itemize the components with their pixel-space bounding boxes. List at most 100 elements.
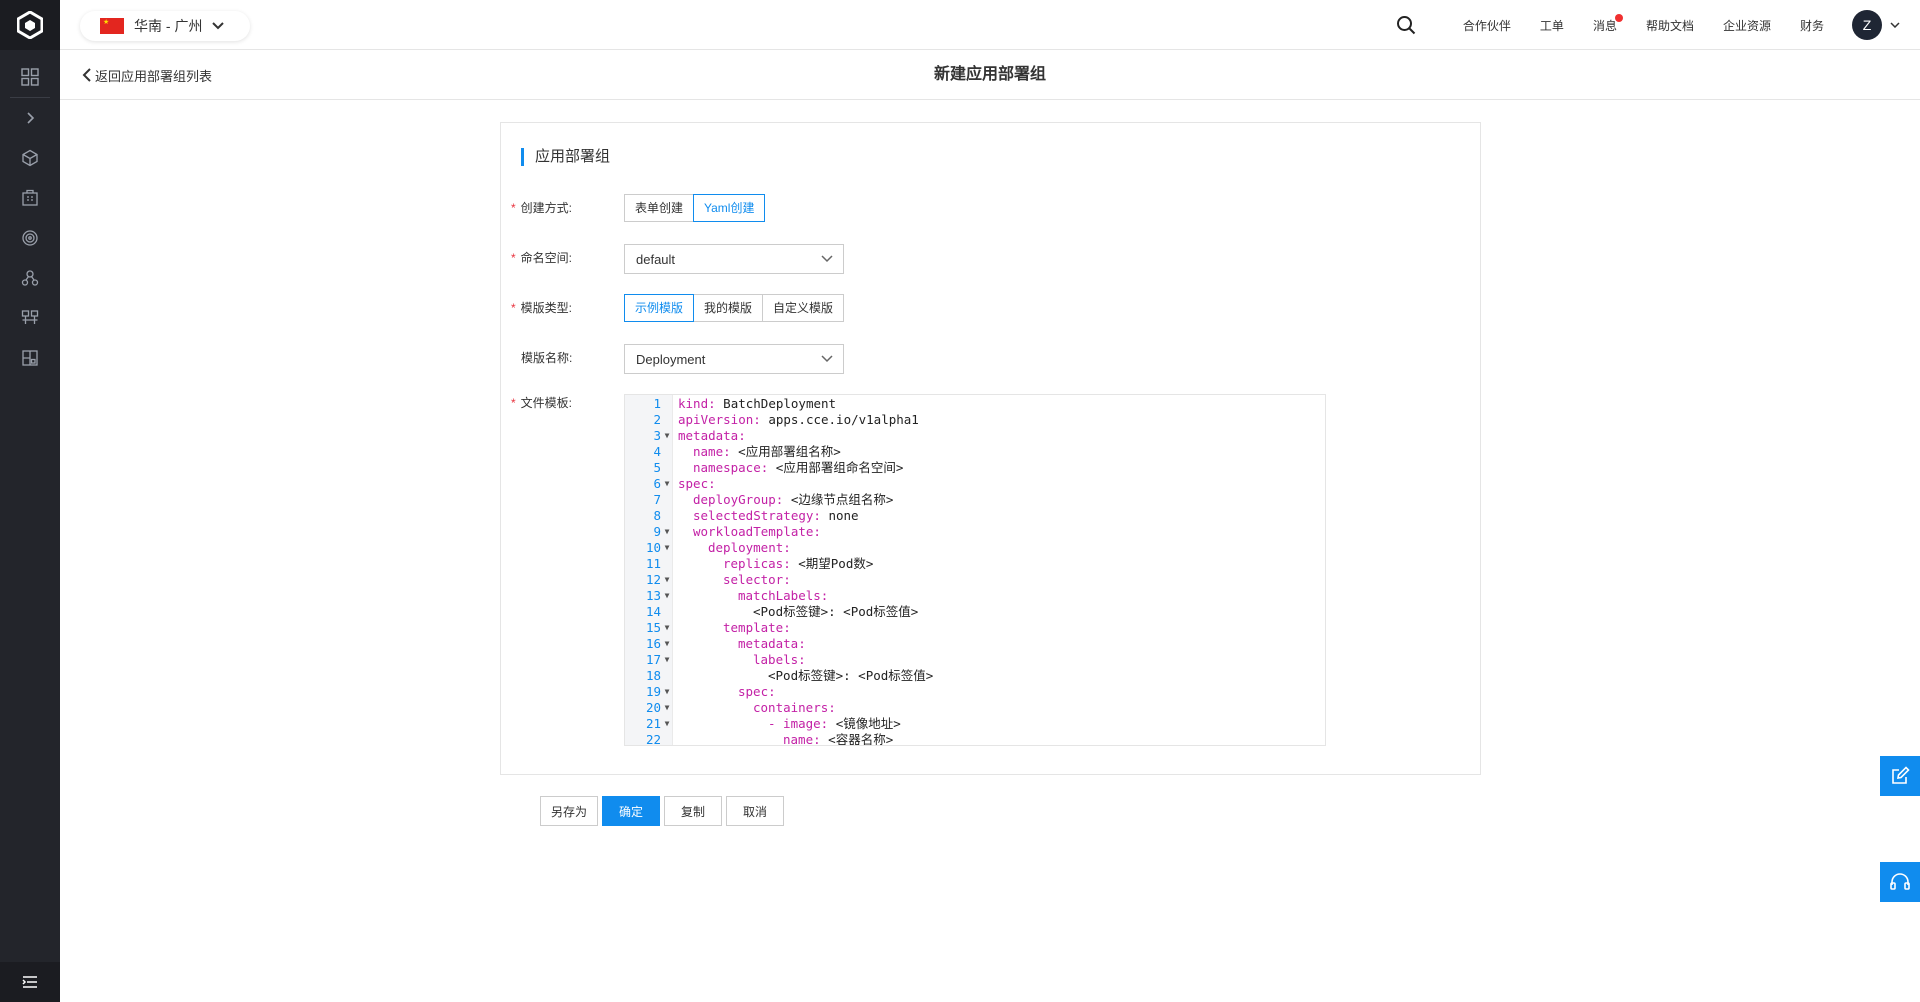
cancel-button[interactable]: 取消 xyxy=(726,796,785,826)
code-line[interactable]: 16 ▼ metadata: xyxy=(625,636,1325,652)
code-line[interactable]: 13 ▼ matchLabels: xyxy=(625,588,1325,604)
cluster-icon[interactable] xyxy=(0,258,60,298)
code-line[interactable]: 12 ▼ selector: xyxy=(625,572,1325,588)
code-text: <Pod标签键>: <Pod标签值> xyxy=(673,604,918,620)
code-line[interactable]: 4 name: <应用部署组名称> xyxy=(625,444,1325,460)
region-selector[interactable]: ★ 华南 - 广州 xyxy=(80,11,250,41)
fold-arrow-icon[interactable]: ▼ xyxy=(661,428,673,444)
fold-arrow-icon[interactable]: ▼ xyxy=(661,636,673,652)
template-name-select[interactable]: Deployment xyxy=(624,344,844,374)
code-line[interactable]: 3 ▼ metadata: xyxy=(625,428,1325,444)
line-number: 21 xyxy=(645,716,661,731)
search-icon[interactable] xyxy=(1396,15,1416,35)
required-mark: * xyxy=(511,201,516,215)
grid-icon[interactable] xyxy=(0,57,60,97)
nav-enterprise-resources[interactable]: 企业资源 xyxy=(1723,17,1771,34)
cube-icon[interactable] xyxy=(0,138,60,178)
code-line[interactable]: 18 <Pod标签键>: <Pod标签值> xyxy=(625,668,1325,684)
code-text: selector: xyxy=(673,572,791,588)
code-line[interactable]: 9 ▼ workloadTemplate: xyxy=(625,524,1325,540)
code-line[interactable]: 2 apiVersion: apps.cce.io/v1alpha1 xyxy=(625,412,1325,428)
yaml-key: matchLabels: xyxy=(738,588,829,603)
yaml-key: namespace: xyxy=(693,460,769,475)
network-icon[interactable] xyxy=(0,298,60,338)
code-line[interactable]: 8 selectedStrategy: none xyxy=(625,508,1325,524)
fold-arrow-icon[interactable]: ▼ xyxy=(661,620,673,636)
code-line[interactable]: 7 deployGroup: <边缘节点组名称> xyxy=(625,492,1325,508)
fold-arrow-icon[interactable]: ▼ xyxy=(661,524,673,540)
code-line[interactable]: 11 replicas: <期望Pod数> xyxy=(625,556,1325,572)
yaml-value: <边缘节点组名称> xyxy=(783,492,894,507)
namespace-select[interactable]: default xyxy=(624,244,844,274)
template-type-example-option[interactable]: 示例模版 xyxy=(624,294,695,322)
code-text: template: xyxy=(673,620,791,636)
code-line[interactable]: 5 namespace: <应用部署组命名空间> xyxy=(625,460,1325,476)
line-number: 12 xyxy=(645,572,661,587)
confirm-button[interactable]: 确定 xyxy=(602,796,661,826)
line-number: 5 xyxy=(653,460,661,475)
feedback-button[interactable] xyxy=(1880,756,1920,796)
copy-button[interactable]: 复制 xyxy=(664,796,723,826)
code-line[interactable]: 17 ▼ labels: xyxy=(625,652,1325,668)
code-line[interactable]: 1 kind: BatchDeployment xyxy=(625,396,1325,412)
nav-partners[interactable]: 合作伙伴 xyxy=(1463,17,1511,34)
image-icon[interactable] xyxy=(0,338,60,378)
code-text: deployGroup: <边缘节点组名称> xyxy=(673,492,893,508)
fold-arrow-icon[interactable]: ▼ xyxy=(661,588,673,604)
fold-arrow-icon[interactable]: ▼ xyxy=(661,700,673,716)
yaml-key: labels: xyxy=(753,652,806,667)
edit-icon xyxy=(1892,766,1910,784)
nav-messages[interactable]: 消息 xyxy=(1593,13,1623,34)
template-name-value: Deployment xyxy=(636,351,706,367)
code-line[interactable]: 15 ▼ template: xyxy=(625,620,1325,636)
create-mode-form-option[interactable]: 表单创建 xyxy=(624,194,695,222)
customer-service-button[interactable] xyxy=(1880,862,1920,902)
code-line[interactable]: 21 ▼ - image: <镜像地址> xyxy=(625,716,1325,732)
code-line[interactable]: 19 ▼ spec: xyxy=(625,684,1325,700)
line-number: 4 xyxy=(653,444,661,459)
line-number: 11 xyxy=(645,556,661,571)
code-line[interactable]: 10 ▼ deployment: xyxy=(625,540,1325,556)
code-line[interactable]: 20 ▼ containers: xyxy=(625,700,1325,716)
template-type-group: 示例模版 我的模版 自定义模版 xyxy=(624,294,845,322)
fold-arrow-icon[interactable]: ▼ xyxy=(661,540,673,556)
required-mark: * xyxy=(511,301,516,315)
chevron-down-icon xyxy=(821,255,833,263)
avatar-chevron-down-icon[interactable] xyxy=(1890,22,1900,28)
form-actions: 另存为 确定 复制 取消 xyxy=(540,796,788,826)
template-type-label: * 模版类型: xyxy=(511,301,573,315)
nav-finance[interactable]: 财务 xyxy=(1800,17,1824,34)
yaml-editor[interactable]: 1 kind: BatchDeployment 2 apiVersion: apps.… xyxy=(624,394,1326,746)
create-mode-label: * 创建方式: xyxy=(511,201,573,215)
fold-arrow-icon[interactable]: ▼ xyxy=(661,716,673,732)
file-template-row: * 文件模板: 1 kind: BatchDeployment 2 apiVersion… xyxy=(511,394,1326,746)
code-text: - image: <镜像地址> xyxy=(673,716,901,732)
save-as-button[interactable]: 另存为 xyxy=(540,796,599,826)
expand-chevron-icon[interactable] xyxy=(0,98,60,138)
nav-tickets[interactable]: 工单 xyxy=(1540,17,1564,34)
code-line[interactable]: 14 <Pod标签键>: <Pod标签值> xyxy=(625,604,1325,620)
menu-toggle[interactable] xyxy=(0,962,60,1002)
code-line[interactable]: 22 name: <容器名称> xyxy=(625,732,1325,745)
fold-arrow-icon[interactable]: ▼ xyxy=(661,476,673,492)
code-line[interactable]: 6 ▼ spec: xyxy=(625,476,1325,492)
line-number: 7 xyxy=(653,492,661,507)
template-type-custom-option[interactable]: 自定义模版 xyxy=(762,294,845,322)
nav-help-docs[interactable]: 帮助文档 xyxy=(1646,17,1694,34)
target-icon[interactable] xyxy=(0,218,60,258)
fold-arrow-icon[interactable]: ▼ xyxy=(661,652,673,668)
back-link[interactable]: 返回应用部署组列表 xyxy=(82,50,212,100)
line-number: 13 xyxy=(645,588,661,603)
fold-arrow-icon[interactable]: ▼ xyxy=(661,572,673,588)
line-number: 9 xyxy=(653,524,661,539)
template-type-mine-option[interactable]: 我的模版 xyxy=(693,294,764,322)
create-mode-yaml-option[interactable]: Yaml创建 xyxy=(693,194,766,222)
logo[interactable] xyxy=(0,0,60,50)
line-number: 20 xyxy=(645,700,661,715)
yaml-value: BatchDeployment xyxy=(715,396,837,411)
fold-arrow-icon[interactable]: ▼ xyxy=(661,684,673,700)
template-type-row: * 模版类型: 示例模版 我的模版 自定义模版 xyxy=(511,294,845,322)
avatar[interactable]: Z xyxy=(1852,10,1882,40)
building-icon[interactable] xyxy=(0,178,60,218)
